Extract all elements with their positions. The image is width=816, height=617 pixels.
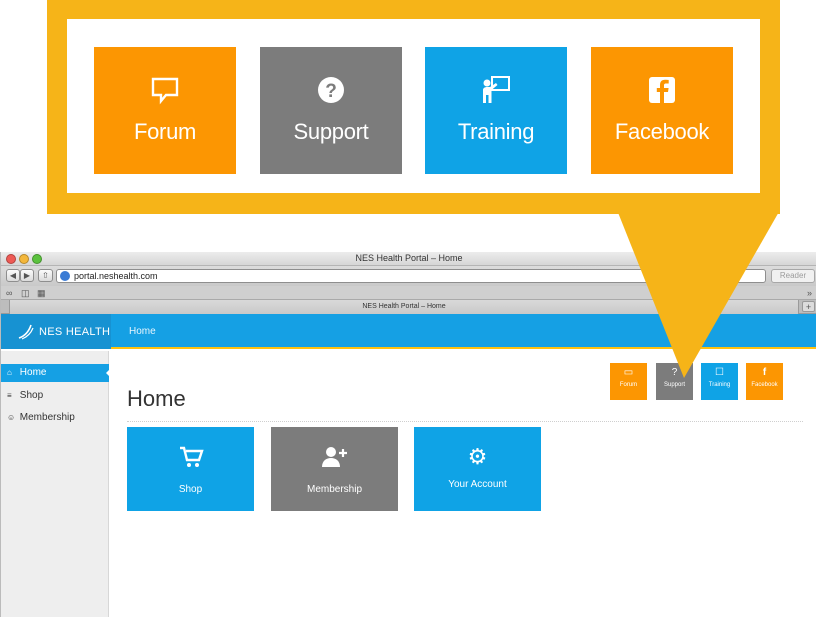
- window-title: NES Health Portal – Home: [355, 253, 463, 263]
- sidebar-item-label: Shop: [19, 390, 44, 401]
- quicklink-label: Support: [663, 382, 685, 388]
- training-quicklink[interactable]: ☐ Training: [701, 363, 738, 400]
- callout-panel: Forum ? Support Training Facebook: [67, 19, 760, 193]
- cart-icon: ≡: [7, 391, 12, 400]
- share-button[interactable]: ⇧: [38, 269, 53, 282]
- zoom-tile-label: Forum: [133, 119, 197, 144]
- reading-list-icon[interactable]: ∞: [6, 288, 12, 298]
- portal-page: NES HEALTH Home ⌂ Home ≡ Shop ☺ Membersh…: [1, 314, 816, 617]
- address-bar[interactable]: portal.neshealth.com ↻: [56, 269, 766, 283]
- tile-label: Your Account: [448, 479, 507, 490]
- page-title: Home: [127, 386, 186, 411]
- app-header: NES HEALTH Home: [1, 314, 816, 349]
- new-tab-button[interactable]: +: [802, 301, 815, 312]
- training-tile-zoomed[interactable]: Training: [425, 47, 567, 174]
- your-account-tile[interactable]: ⚙ Your Account: [414, 427, 541, 511]
- tile-label: Membership: [306, 484, 363, 495]
- title-divider: [127, 421, 803, 422]
- facebook-icon: [645, 73, 679, 107]
- membership-tile[interactable]: Membership: [271, 427, 398, 511]
- brand-name: NES HEALTH: [39, 326, 111, 338]
- speech-bubble-icon: [148, 73, 182, 107]
- bookmarks-icon[interactable]: ◫: [21, 288, 30, 298]
- shop-tile[interactable]: Shop: [127, 427, 254, 511]
- support-tile-zoomed[interactable]: ? Support: [260, 47, 402, 174]
- nav-home-link[interactable]: Home: [129, 326, 156, 337]
- question-icon: ?: [314, 73, 348, 107]
- zoom-tile-label: Support: [293, 119, 369, 144]
- globe-icon: [60, 271, 70, 281]
- nes-swirl-icon: [18, 324, 34, 340]
- cart-icon: [127, 445, 254, 474]
- quicklink-label: Training: [708, 382, 731, 388]
- reader-button[interactable]: Reader: [771, 269, 815, 283]
- gear-icon: ⚙: [467, 444, 488, 469]
- zoom-tile-label: Facebook: [614, 119, 710, 144]
- browser-toolbar: ◀ ▶ ⇧ portal.neshealth.com ↻ Reader: [1, 266, 816, 286]
- url-text: portal.neshealth.com: [74, 271, 158, 281]
- bookmarks-bar: ∞ ◫ ▦ »: [1, 286, 816, 300]
- tab-nes-health-portal[interactable]: NES Health Portal – Home: [9, 300, 799, 314]
- quicklink-label: Facebook: [751, 382, 778, 388]
- zoom-tile-label: Training: [457, 119, 535, 144]
- forum-quicklink[interactable]: ▭ Forum: [610, 363, 647, 400]
- presentation-icon: ☐: [715, 367, 724, 378]
- quicklink-label: Forum: [619, 382, 638, 388]
- sidebar-item-label: Home: [19, 367, 47, 378]
- more-bookmarks-icon[interactable]: »: [807, 288, 812, 298]
- active-indicator: [106, 369, 110, 377]
- reload-icon[interactable]: ↻: [707, 271, 715, 282]
- back-button[interactable]: ◀: [6, 269, 20, 282]
- screenshot-stage: NES Health Portal – Home ◀ ▶ ⇧ portal.ne…: [0, 0, 816, 617]
- presentation-icon: [479, 73, 513, 107]
- sidebar-item-shop[interactable]: ≡ Shop: [1, 387, 109, 405]
- top-sites-icon[interactable]: ▦: [37, 288, 46, 298]
- facebook-quicklink[interactable]: f Facebook: [746, 363, 783, 400]
- forward-button[interactable]: ▶: [20, 269, 34, 282]
- sidebar-item-membership[interactable]: ☺ Membership: [1, 409, 109, 427]
- title-bar: NES Health Portal – Home: [1, 252, 816, 266]
- browser-window: NES Health Portal – Home ◀ ▶ ⇧ portal.ne…: [0, 252, 816, 617]
- home-icon: ⌂: [7, 368, 12, 377]
- facebook-icon: f: [762, 367, 767, 378]
- sidebar-item-home[interactable]: ⌂ Home: [1, 364, 110, 382]
- speech-bubble-icon: ▭: [623, 367, 634, 378]
- add-user-icon: [271, 445, 398, 474]
- support-quicklink[interactable]: ? Support: [656, 363, 693, 400]
- question-icon: ?: [671, 367, 678, 378]
- svg-text:?: ?: [325, 81, 337, 102]
- forum-tile-zoomed[interactable]: Forum: [94, 47, 236, 174]
- sidebar-item-label: Membership: [19, 412, 75, 423]
- sidebar: ⌂ Home ≡ Shop ☺ Membership: [1, 351, 110, 617]
- brand-logo[interactable]: NES HEALTH: [1, 314, 111, 349]
- tile-label: Shop: [178, 484, 203, 495]
- add-user-icon: ☺: [7, 413, 16, 422]
- facebook-tile-zoomed[interactable]: Facebook: [591, 47, 733, 174]
- zoom-callout: Forum ? Support Training Facebook: [47, 0, 780, 214]
- tab-bar: NES Health Portal – Home +: [1, 300, 816, 314]
